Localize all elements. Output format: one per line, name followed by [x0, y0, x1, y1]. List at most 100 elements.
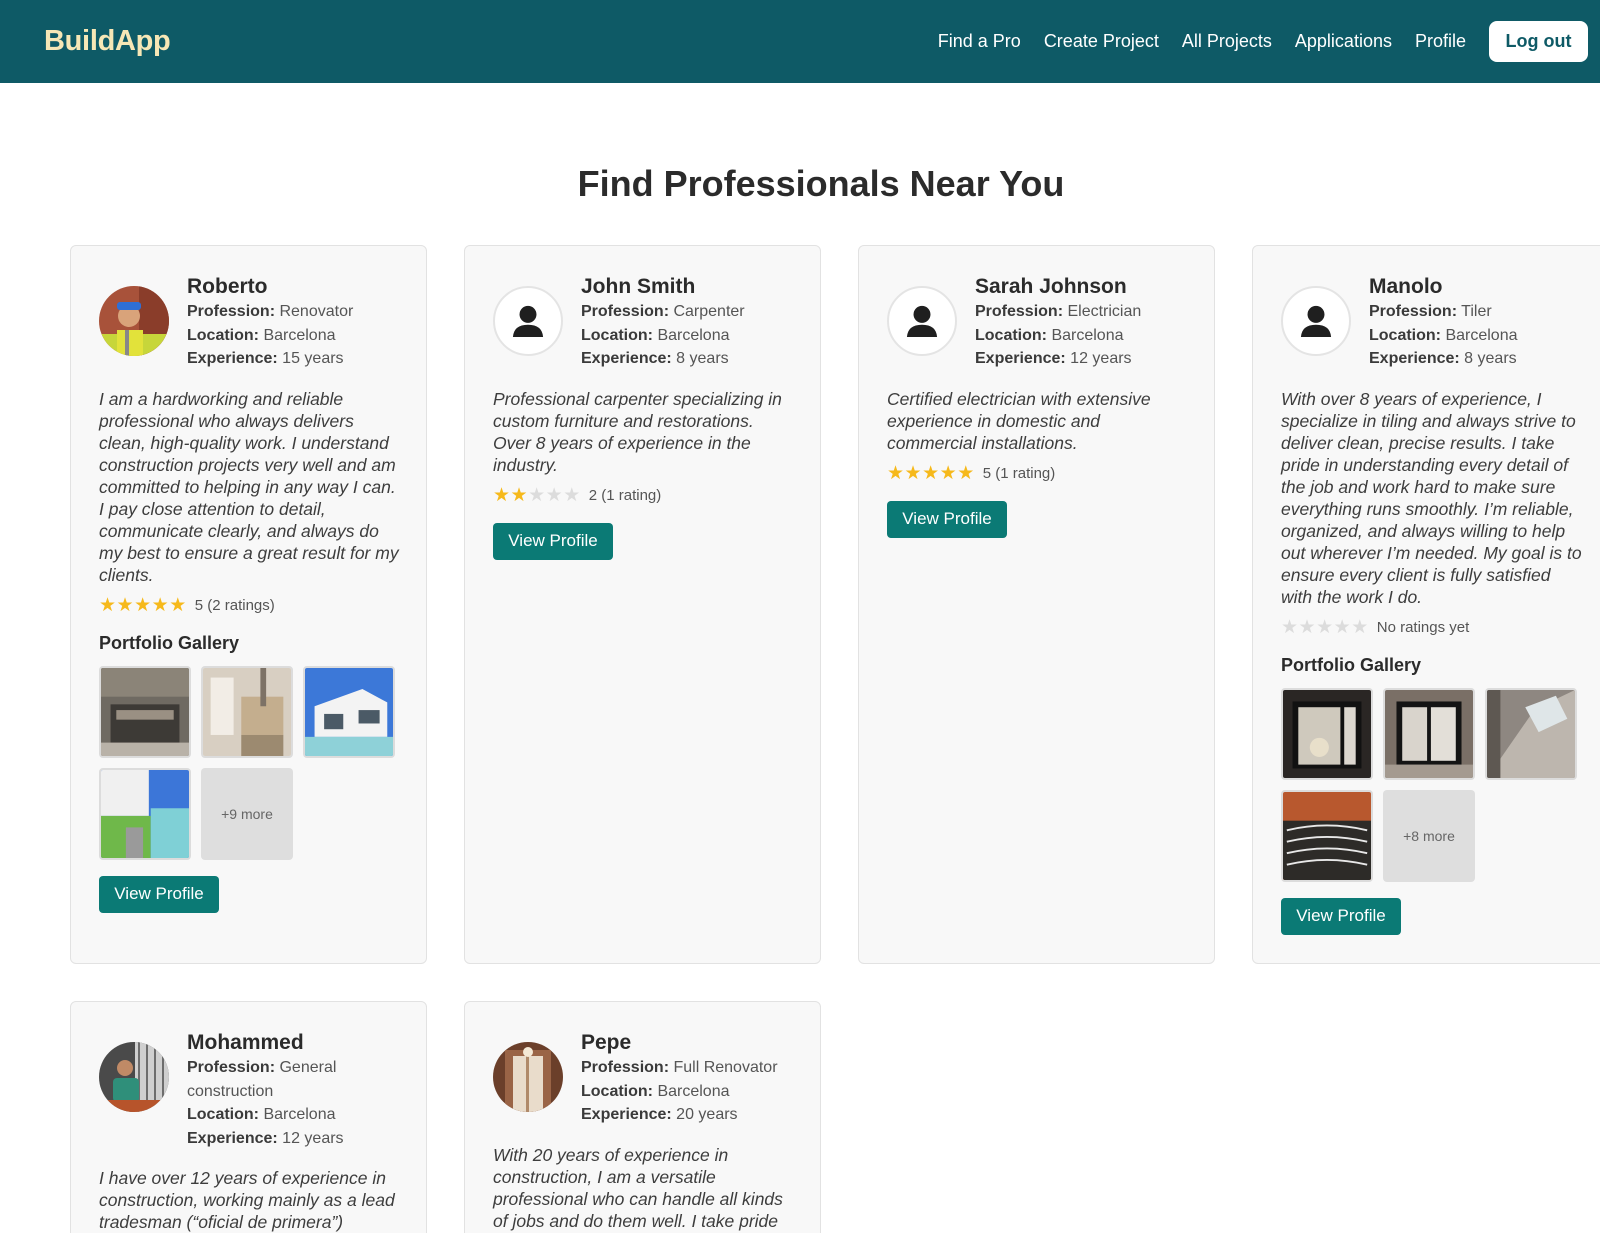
pro-card: John Smith Profession: Carpenter Locatio… — [464, 245, 821, 964]
brand-logo[interactable]: BuildApp — [44, 25, 171, 58]
gallery-thumbnail[interactable] — [1485, 687, 1577, 780]
pro-location: Barcelona — [1051, 326, 1124, 344]
pro-name: Mohammed — [187, 1031, 304, 1054]
gallery-title: Portfolio Gallery — [1281, 654, 1422, 675]
star-icon: ★ — [1316, 617, 1334, 638]
rating: ★ ★ ★ ★ ★ No ratings yet — [1281, 617, 1584, 639]
experience-label: Experience: — [187, 1129, 278, 1147]
view-profile-button[interactable]: View Profile — [493, 522, 613, 560]
nav-links: Find a Pro Create Project All Projects A… — [938, 21, 1588, 62]
pro-bio: With 20 years of experience in construct… — [493, 1144, 783, 1231]
star-icon: ★ — [957, 463, 975, 484]
gallery-thumbnail[interactable] — [201, 665, 293, 758]
gallery-thumbnail[interactable] — [1281, 687, 1373, 780]
star-icon: ★ — [151, 595, 169, 616]
page-title: Find Professionals Near You — [577, 163, 1065, 204]
gallery-title: Portfolio Gallery — [99, 632, 240, 653]
pro-profession: Renovator — [279, 303, 354, 320]
star-icon: ★ — [545, 485, 563, 506]
portfolio-gallery: +8 more — [1281, 687, 1584, 882]
pro-card: Manolo Profession: Tiler Location: Barce… — [1252, 245, 1600, 964]
nav-create-project[interactable]: Create Project — [1044, 31, 1159, 52]
experience-label: Experience: — [581, 1106, 672, 1123]
rating: ★ ★ ★ ★ ★ 5 (2 ratings) — [99, 595, 402, 617]
avatar — [99, 1042, 169, 1112]
pro-profession: Carpenter — [673, 303, 745, 320]
rating-text: No ratings yet — [1376, 619, 1470, 636]
user-icon — [512, 305, 544, 338]
location-label: Location: — [975, 326, 1047, 344]
star-icon: ★ — [116, 595, 134, 616]
nav-profile[interactable]: Profile — [1415, 31, 1466, 52]
view-profile-button[interactable]: View Profile — [99, 875, 219, 913]
nav-all-projects[interactable]: All Projects — [1182, 31, 1272, 52]
rating-text: 5 (2 ratings) — [194, 597, 275, 614]
location-label: Location: — [581, 326, 653, 344]
rating: ★ ★ ★ ★ ★ 5 (1 rating) — [887, 463, 1190, 485]
gallery-more-button[interactable]: +8 more — [1383, 789, 1475, 882]
pro-card: Roberto Profession: Renovator Location: … — [70, 245, 427, 964]
view-profile-button[interactable]: View Profile — [887, 500, 1007, 538]
pro-experience: 15 years — [282, 350, 344, 367]
star-icon: ★ — [493, 485, 511, 506]
pro-experience: 12 years — [282, 1129, 344, 1147]
experience-label: Experience: — [1369, 350, 1460, 367]
pro-card: Mohammed Profession: General constructio… — [70, 1001, 427, 1233]
avatar — [493, 1042, 563, 1112]
star-icon: ★ — [169, 595, 187, 616]
star-icon: ★ — [528, 485, 546, 506]
pro-bio: Certified electrician with extensive exp… — [887, 388, 1151, 453]
gallery-thumbnail[interactable] — [1383, 687, 1475, 780]
user-icon — [906, 305, 938, 338]
pro-name: Manolo — [1369, 275, 1443, 298]
gallery-thumbnail[interactable] — [99, 767, 191, 860]
location-label: Location: — [187, 326, 259, 344]
star-icon: ★ — [887, 463, 905, 484]
star-rating: ★ ★ ★ ★ ★ — [887, 464, 975, 483]
pro-location: Barcelona — [657, 326, 730, 344]
view-profile-button[interactable]: View Profile — [1281, 897, 1401, 935]
pro-experience: 8 years — [1464, 350, 1517, 367]
pro-profession: Tiler — [1461, 303, 1492, 320]
pro-experience: 8 years — [676, 350, 729, 367]
star-icon: ★ — [563, 485, 581, 506]
star-icon: ★ — [1351, 617, 1369, 638]
gallery-thumbnail[interactable] — [99, 665, 191, 758]
star-icon: ★ — [939, 463, 957, 484]
pro-profession: Full Renovator — [673, 1059, 778, 1076]
nav-find-a-pro[interactable]: Find a Pro — [938, 31, 1021, 52]
avatar — [887, 286, 957, 356]
pro-location: Barcelona — [263, 1106, 336, 1123]
pro-name: Pepe — [581, 1031, 632, 1054]
gallery-more-button[interactable]: +9 more — [201, 767, 293, 860]
star-icon: ★ — [99, 595, 117, 616]
experience-label: Experience: — [975, 350, 1066, 367]
nav-applications[interactable]: Applications — [1295, 31, 1392, 52]
star-icon: ★ — [904, 463, 922, 484]
star-icon: ★ — [134, 595, 152, 616]
avatar — [493, 286, 563, 356]
pro-experience: 12 years — [1070, 350, 1132, 367]
rating: ★ ★ ★ ★ ★ 2 (1 rating) — [493, 485, 796, 507]
star-icon: ★ — [922, 463, 940, 484]
pro-location: Barcelona — [657, 1082, 730, 1100]
location-label: Location: — [1369, 326, 1441, 344]
pro-bio: With over 8 years of experience, I speci… — [1281, 388, 1582, 607]
top-navbar: BuildApp Find a Pro Create Project All P… — [0, 0, 1600, 83]
pro-location: Barcelona — [1445, 326, 1518, 344]
logout-button[interactable]: Log out — [1489, 21, 1588, 62]
pro-name: Sarah Johnson — [975, 275, 1127, 298]
star-icon: ★ — [1281, 617, 1299, 638]
pro-experience: 20 years — [676, 1106, 738, 1123]
star-rating: ★ ★ ★ ★ ★ — [1281, 618, 1369, 637]
star-rating: ★ ★ ★ ★ ★ — [99, 596, 187, 615]
profession-label: Profession: — [581, 303, 670, 320]
profession-label: Profession: — [1369, 303, 1458, 320]
pro-bio: Professional carpenter specializing in c… — [493, 388, 782, 475]
star-rating: ★ ★ ★ ★ ★ — [493, 486, 581, 505]
avatar — [1281, 286, 1351, 356]
pro-card: Pepe Profession: Full Renovator Location… — [464, 1001, 821, 1233]
gallery-thumbnail[interactable] — [1281, 789, 1373, 882]
location-label: Location: — [187, 1106, 259, 1123]
gallery-thumbnail[interactable] — [303, 665, 395, 758]
